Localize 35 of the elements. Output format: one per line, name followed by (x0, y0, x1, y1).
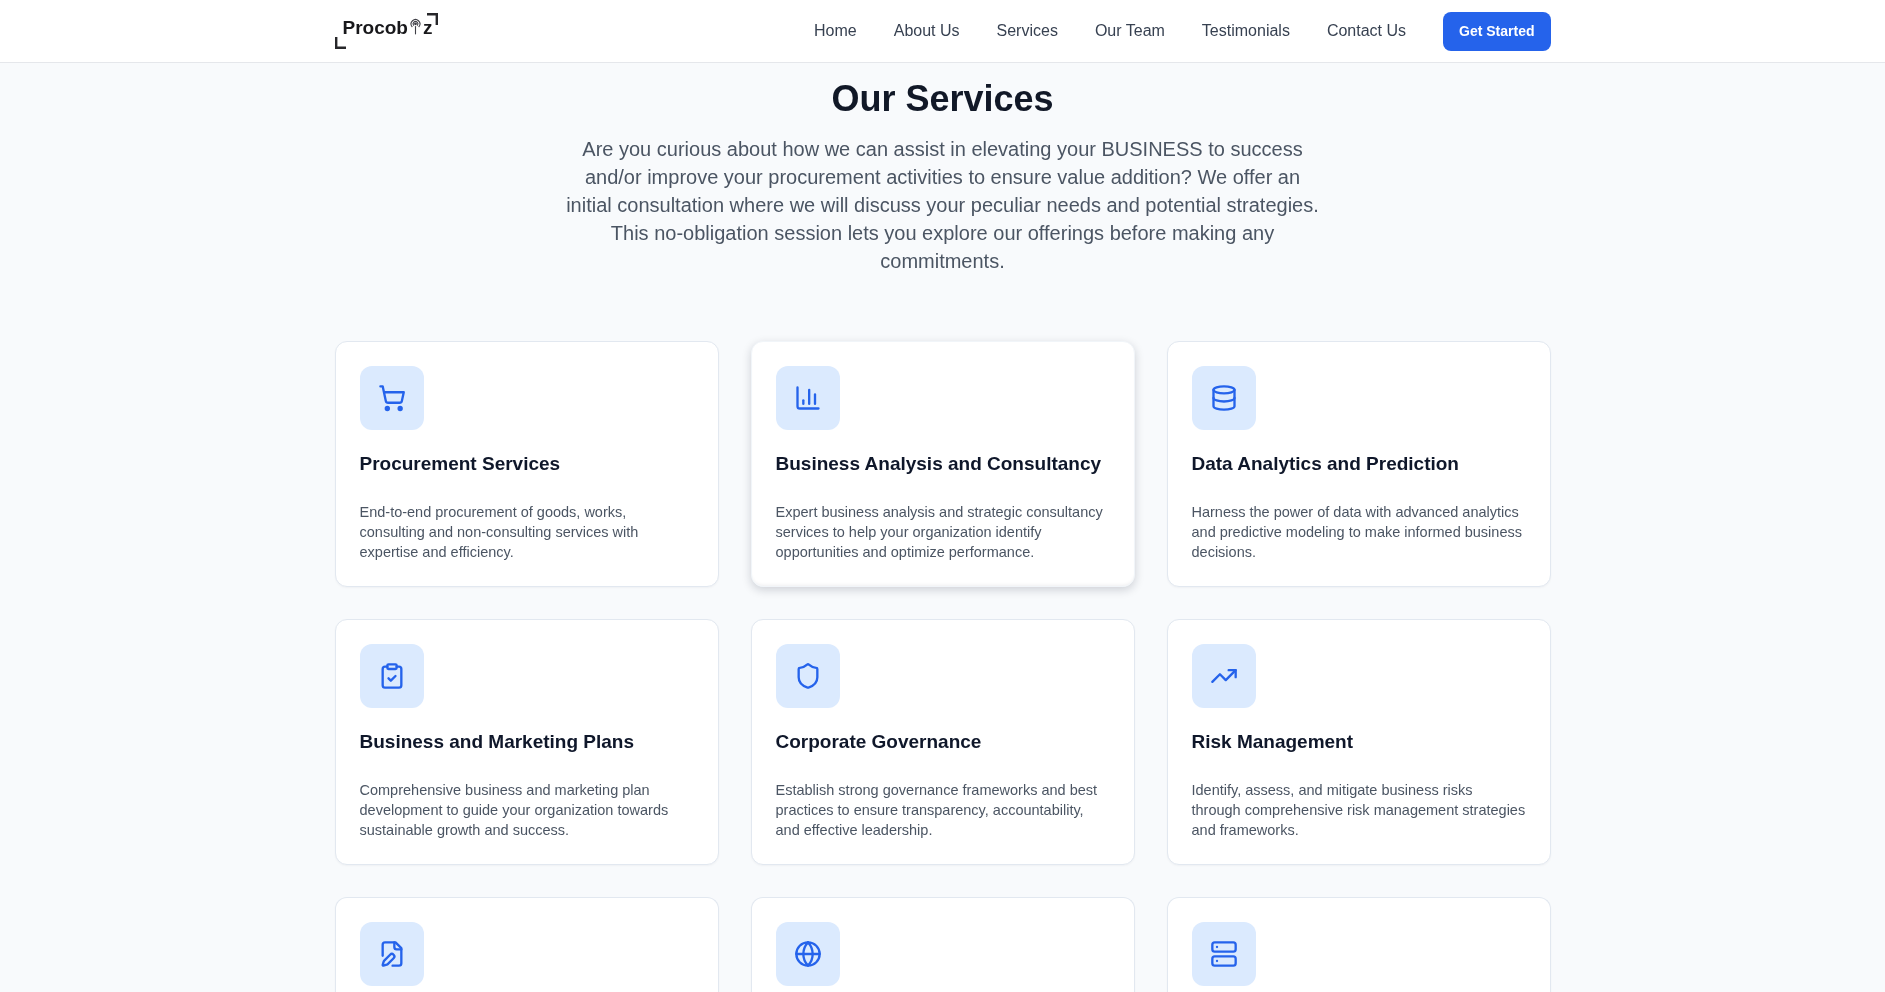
card-description: End-to-end procurement of goods, works, consulting and non-consulting services with expertise and efficiency. (359, 503, 640, 562)
nav-link[interactable]: Contact Us (1326, 19, 1407, 43)
card-description: Identify, assess, and mitigate business risks through comprehensive risk management strategies and frameworks. (1191, 781, 1526, 840)
server-icon (1191, 922, 1256, 986)
section-title: Our Services (830, 79, 1055, 119)
card-title: Procurement Services (359, 452, 562, 476)
corner-bracket-icon (427, 12, 439, 25)
card-description: Expert business analysis and strategic consultancy services to help your organization identify opportunities and optimize performance. (775, 503, 1104, 562)
card-title: Corporate Governance (775, 730, 983, 754)
card-title: Risk Management (1191, 730, 1355, 754)
card-title: Data Analytics and Prediction (1191, 452, 1460, 476)
get-started-button[interactable]: Get Started (1443, 11, 1551, 51)
cart-icon (359, 366, 424, 430)
card-description: Comprehensive business and marketing plan development to guide your organization towards sustainable growth and success. (359, 781, 670, 840)
clipboard-check-icon (359, 644, 424, 708)
card-description: Harness the power of data with advanced analytics and predictive modeling to make informed business decisions. (1191, 503, 1523, 562)
section-intro: Are you curious about how we can assist in elevating your BUSINESS to success and/or improve your procurement activities to ensure value addition? We offer an initial consultation where we will discuss your peculiar needs and potential strategies. This no-obligation session lets you explore our offerings before making any commitments. (565, 137, 1320, 274)
nav-link[interactable]: About Us (893, 19, 960, 43)
broadcast-icon (409, 17, 421, 35)
nav-link[interactable]: Our Team (1094, 19, 1165, 43)
card-description: Establish strong governance frameworks and best practices to ensure transparency, accountability, and effective leadership. (775, 781, 1099, 840)
shield-icon (775, 644, 840, 708)
database-icon (1191, 366, 1256, 430)
card-title: Business and Marketing Plans (359, 730, 636, 754)
corner-bracket-icon (334, 36, 346, 49)
nav-link[interactable]: Testimonials (1201, 19, 1290, 43)
logo-text: Procob (342, 16, 408, 39)
nav-link[interactable]: Home (814, 19, 857, 43)
globe-icon (775, 922, 840, 986)
nav-link[interactable]: Services (996, 19, 1058, 43)
logo-text: z (422, 16, 433, 39)
trend-up-icon (1191, 644, 1256, 708)
file-pen-icon (359, 922, 424, 986)
card-title: Business Analysis and Consultancy (775, 452, 1103, 476)
bar-chart-icon (775, 366, 840, 430)
